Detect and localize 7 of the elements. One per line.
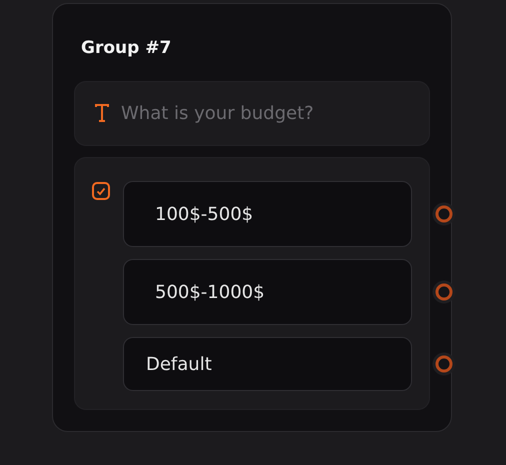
group-title: Group #7 [81, 37, 172, 59]
checkbox[interactable] [92, 182, 110, 200]
option-field[interactable]: 500$-1000$ [123, 259, 412, 325]
option-field[interactable]: Default [123, 337, 412, 391]
text-icon [94, 103, 110, 123]
question-field[interactable]: What is your budget? [74, 81, 430, 146]
option-field[interactable]: 100$-500$ [123, 181, 412, 247]
